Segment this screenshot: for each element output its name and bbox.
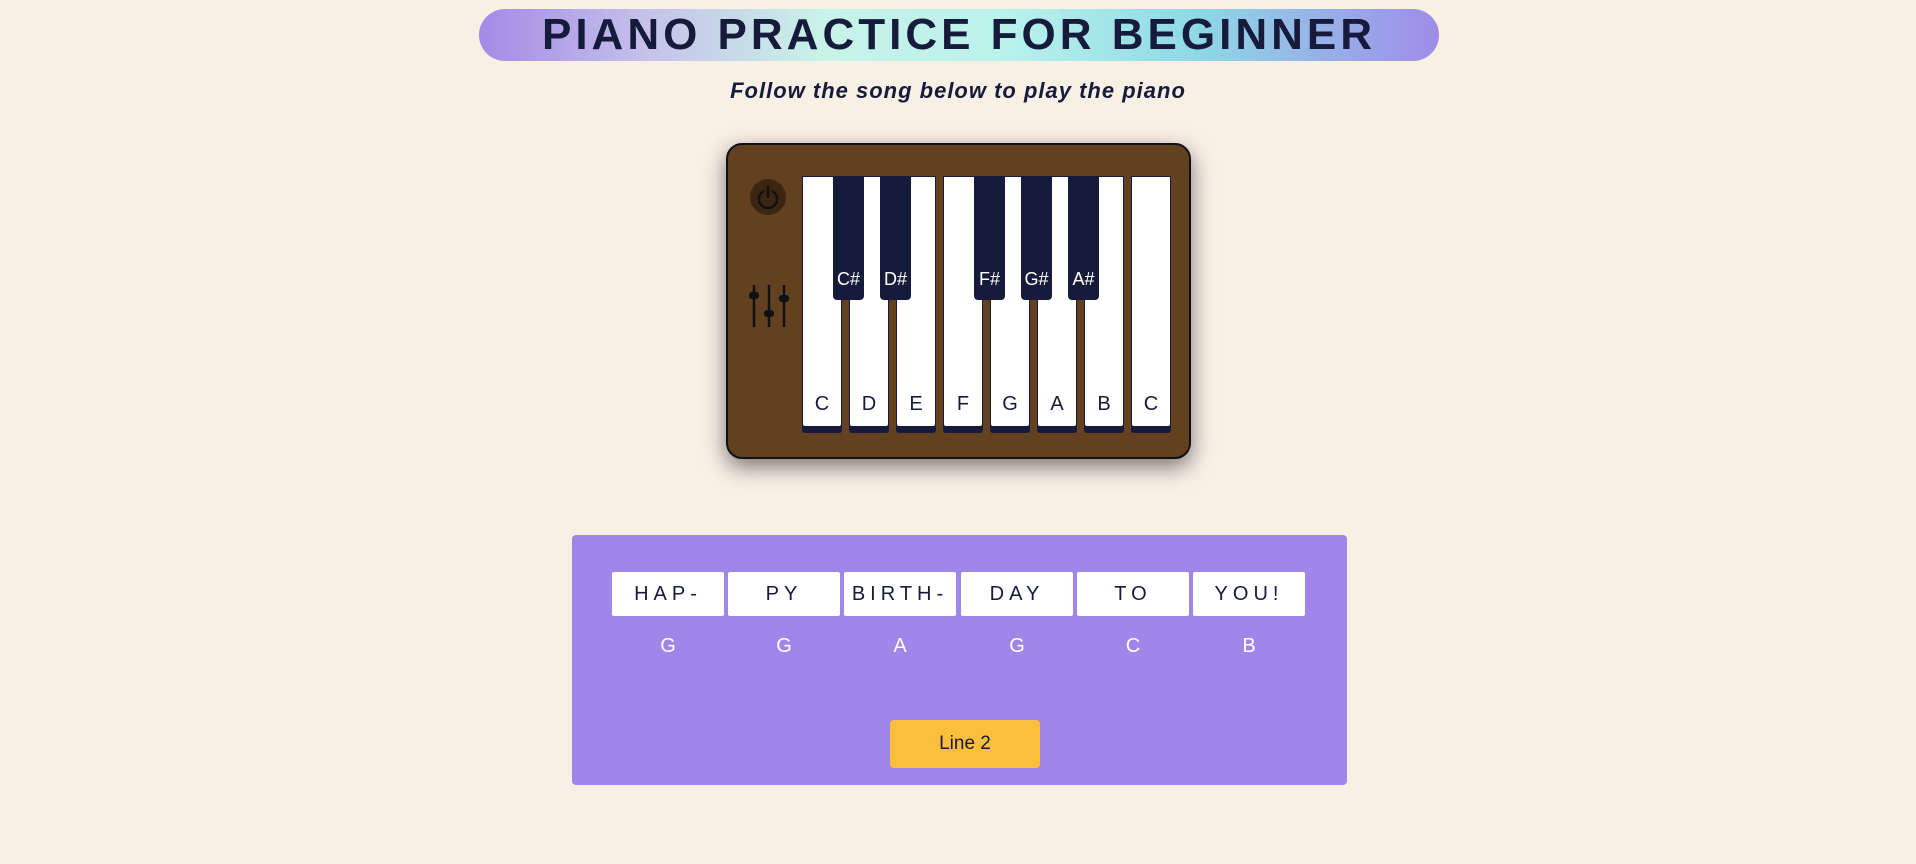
black-key-label: G# <box>1024 269 1049 289</box>
black-key-g-sharp[interactable]: G# <box>1021 176 1052 300</box>
note-label: B <box>1242 635 1256 657</box>
white-key-c-high[interactable]: C <box>1131 176 1171 427</box>
note-label: A <box>893 635 907 657</box>
piano: C D E F G A B C C# D# F# G# A# <box>726 143 1191 459</box>
sliders-control[interactable] <box>748 283 790 329</box>
page-subtitle: Follow the song below to play the piano <box>730 78 1186 103</box>
note-label: C <box>1125 635 1141 657</box>
white-key-label: C <box>1143 393 1159 415</box>
note-label: G <box>776 635 792 657</box>
title-banner: PIANO PRACTICE FOR BEGINNER <box>479 9 1439 61</box>
black-key-label: A# <box>1072 269 1095 289</box>
lyric-syllable: TO <box>1077 572 1189 616</box>
white-key-label: B <box>1097 393 1111 415</box>
piano-keyboard: C D E F G A B C C# D# F# G# A# <box>802 176 1177 438</box>
power-button[interactable] <box>750 179 786 215</box>
white-key-label: E <box>909 393 923 415</box>
note-label: G <box>1009 635 1025 657</box>
lyric-syllable: BIRTH- <box>844 572 956 616</box>
white-key-label: A <box>1050 393 1064 415</box>
white-key-label: C <box>814 393 830 415</box>
lyric-syllable: YOU! <box>1193 572 1305 616</box>
next-line-button[interactable]: Line 2 <box>890 720 1040 768</box>
power-icon <box>757 185 779 210</box>
lyric-syllable: HAP- <box>612 572 724 616</box>
lyric-syllable: DAY <box>961 572 1073 616</box>
lyric-syllable: PY <box>728 572 840 616</box>
black-key-a-sharp[interactable]: A# <box>1068 176 1099 300</box>
white-key-label: G <box>1002 393 1018 415</box>
black-key-d-sharp[interactable]: D# <box>880 176 911 300</box>
black-key-label: F# <box>978 269 1000 289</box>
white-key-label: D <box>861 393 877 415</box>
black-key-label: C# <box>836 269 860 289</box>
page-title: PIANO PRACTICE FOR BEGINNER <box>541 10 1377 59</box>
black-key-f-sharp[interactable]: F# <box>974 176 1005 300</box>
black-key-c-sharp[interactable]: C# <box>833 176 864 300</box>
sliders-icon <box>749 285 789 327</box>
note-label: G <box>660 635 676 657</box>
black-key-label: D# <box>883 269 907 289</box>
white-key-label: F <box>956 393 970 415</box>
song-panel: HAP- PY BIRTH- DAY TO YOU! G G A G C B L… <box>572 535 1347 785</box>
